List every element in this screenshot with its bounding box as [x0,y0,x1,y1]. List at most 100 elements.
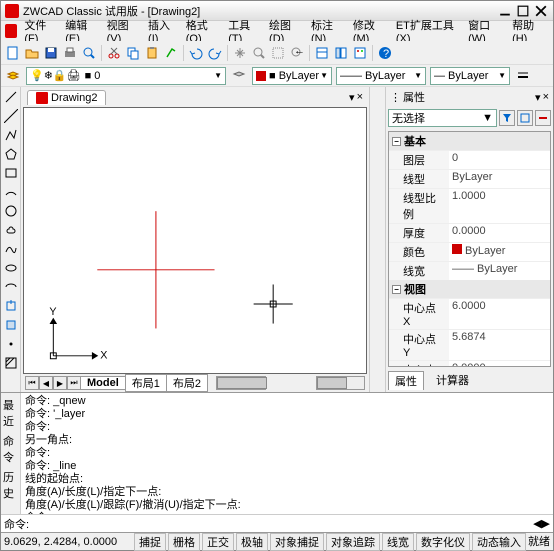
zoom-window-icon[interactable] [269,44,287,62]
hscroll2[interactable] [316,376,365,390]
revcloud-icon[interactable] [3,222,19,238]
prop-row[interactable]: 中心点 X6.0000 [389,298,550,329]
prop-value[interactable]: 5.6874 [449,330,550,360]
prop-value[interactable]: —— ByLayer [449,262,550,280]
panel-menu-icon[interactable]: ▾ [535,91,541,104]
status-线宽[interactable]: 线宽 [382,533,414,551]
cmd-scroll-left-icon[interactable]: ◀ [533,517,541,530]
rectangle-icon[interactable] [3,165,19,181]
point-icon[interactable] [3,336,19,352]
prop-value[interactable]: 0.0000 [449,361,550,367]
prop-value[interactable]: 0.0000 [449,224,550,242]
zoom-prev-icon[interactable]: ← [288,44,306,62]
pline-icon[interactable] [3,127,19,143]
cut-icon[interactable] [105,44,123,62]
command-log[interactable]: 命令: _qnew 命令: '_layer 命令: 另一角点: 命令: 命令: … [21,393,553,514]
prop-group[interactable]: −基本 [389,132,550,150]
new-icon[interactable] [4,44,22,62]
sheet-last-icon[interactable]: ⏭ [67,376,81,390]
redo-icon[interactable] [206,44,224,62]
pan-icon[interactable] [231,44,249,62]
layer-manager-icon[interactable] [4,67,22,85]
block-icon[interactable] [3,317,19,333]
layer-prev-icon[interactable] [230,67,248,85]
prop-row[interactable]: 线型ByLayer [389,169,550,188]
undo-icon[interactable] [187,44,205,62]
insert-icon[interactable] [3,298,19,314]
prop-row[interactable]: 中心点 Y5.6874 [389,329,550,360]
line-icon[interactable] [3,89,19,105]
paste-icon[interactable] [143,44,161,62]
xline-icon[interactable] [3,108,19,124]
prop-value[interactable]: 6.0000 [449,299,550,329]
lineweight-combo[interactable]: —ByLayer▼ [430,67,510,85]
prop-value[interactable]: ByLayer [449,243,550,261]
toggle-pim-icon[interactable] [535,110,551,126]
lineweight-icon[interactable] [514,67,532,85]
color-combo[interactable]: ■ ByLayer▼ [252,67,332,85]
drawing-canvas[interactable]: X Y [23,107,367,374]
prop-value[interactable]: ByLayer [449,170,550,188]
prop-row[interactable]: 颜色 ByLayer [389,242,550,261]
hscroll[interactable] [216,376,265,390]
status-捕捉[interactable]: 捕捉 [134,533,166,551]
copy-icon[interactable] [124,44,142,62]
arc-icon[interactable] [3,184,19,200]
quick-select-icon[interactable] [499,110,515,126]
ellipse-arc-icon[interactable] [3,279,19,295]
sheet-first-icon[interactable]: ⏮ [25,376,39,390]
tab-close-icon[interactable]: × [357,91,363,104]
polygon-icon[interactable] [3,146,19,162]
prop-row[interactable]: 中心点 Z0.0000 [389,360,550,367]
circle-icon[interactable] [3,203,19,219]
panel-close-icon[interactable]: × [543,91,549,103]
toolpalette-icon[interactable] [351,44,369,62]
prop-row[interactable]: 厚度0.0000 [389,223,550,242]
prop-row[interactable]: 图层0 [389,150,550,169]
status-栅格[interactable]: 栅格 [168,533,200,551]
save-icon[interactable] [42,44,60,62]
status-数字化仪[interactable]: 数字化仪 [416,533,470,551]
status-正交[interactable]: 正交 [202,533,234,551]
linetype-combo[interactable]: ——ByLayer▼ [336,67,426,85]
zoom-icon[interactable] [250,44,268,62]
status-极轴[interactable]: 极轴 [236,533,268,551]
prop-row[interactable]: 线型比例1.0000 [389,188,550,223]
cmd-scroll-right-icon[interactable]: ▶ [542,517,550,530]
cmd-history[interactable]: 历史 [3,469,18,501]
ellipse-icon[interactable] [3,260,19,276]
property-grid[interactable]: −基本图层0线型ByLayer线型比例1.0000厚度0.0000颜色 ByLa… [388,131,551,367]
prop-row[interactable]: 线宽—— ByLayer [389,261,550,280]
tab-calculator[interactable]: 计算器 [430,371,475,390]
sheet-layout2[interactable]: 布局2 [166,374,208,392]
spline-icon[interactable] [3,241,19,257]
prop-value[interactable]: 1.0000 [449,189,550,223]
help-icon[interactable]: ? [376,44,394,62]
cmd-commands[interactable]: 命令 [3,433,18,465]
tab-properties[interactable]: 属性 [388,371,424,390]
hatch-icon[interactable] [3,355,19,371]
properties-icon[interactable] [313,44,331,62]
select-objects-icon[interactable] [517,110,533,126]
selection-combo[interactable]: 无选择▼ [388,109,497,127]
designcenter-icon[interactable] [332,44,350,62]
open-icon[interactable] [23,44,41,62]
status-动态输入[interactable]: 动态输入 [472,533,526,551]
match-icon[interactable] [162,44,180,62]
tab-drawing2[interactable]: Drawing2 [27,90,106,105]
sheet-next-icon[interactable]: ▶ [53,376,67,390]
status-对象追踪[interactable]: 对象追踪 [326,533,380,551]
layer-combo[interactable]: 💡❄🔒🖨 ■ 0 ▼ [26,67,226,85]
cmd-recent[interactable]: 最近 [3,397,18,429]
preview-icon[interactable] [80,44,98,62]
prop-value[interactable]: 0 [449,151,550,169]
print-icon[interactable] [61,44,79,62]
collapse-icon[interactable]: − [392,285,401,294]
status-对象捕捉[interactable]: 对象捕捉 [270,533,324,551]
command-input[interactable] [29,518,533,530]
sheet-prev-icon[interactable]: ◀ [39,376,53,390]
collapse-icon[interactable]: − [392,137,401,146]
sheet-layout1[interactable]: 布局1 [125,374,167,392]
tab-dropdown-icon[interactable]: ▾ [349,91,355,104]
panel-grip-icon[interactable]: ⋮ [390,91,401,104]
